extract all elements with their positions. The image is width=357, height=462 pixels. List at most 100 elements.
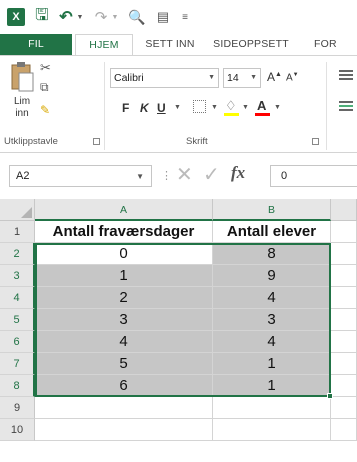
- increase-font-icon[interactable]: A▲: [267, 70, 282, 84]
- formula-bar: A2 ▼ ⋮ ✕ ✓ fx 0: [0, 153, 357, 199]
- chevron-down-icon: ▼: [208, 74, 215, 81]
- formula-bar-grip-icon: ⋮: [161, 170, 172, 182]
- formula-input[interactable]: 0: [270, 165, 357, 187]
- form-icon[interactable]: ▤: [155, 7, 171, 27]
- row-header[interactable]: 5: [0, 309, 35, 331]
- cell-c4[interactable]: [331, 287, 357, 309]
- cell-c10[interactable]: [331, 419, 357, 441]
- cell-c2[interactable]: [331, 243, 357, 265]
- row-header[interactable]: 8: [0, 375, 35, 397]
- ribbon: Lim inn ✂ ⧉ ✎ Utklippstavle Calibri ▼ 14…: [0, 55, 357, 153]
- fill-color-icon[interactable]: ♢: [225, 98, 237, 114]
- select-all-icon: [21, 207, 32, 218]
- row-header[interactable]: 3: [0, 265, 35, 287]
- cell-a8[interactable]: 6: [35, 375, 213, 397]
- cell-b8[interactable]: 1: [213, 375, 331, 397]
- fill-handle[interactable]: [327, 393, 333, 399]
- row-header[interactable]: 10: [0, 419, 35, 441]
- cell-b1[interactable]: Antall elever: [213, 221, 331, 243]
- cell-b4[interactable]: 4: [213, 287, 331, 309]
- tab-insert[interactable]: SETT INN: [138, 34, 202, 55]
- clipboard-group-label: Utklippstavle: [4, 136, 58, 147]
- cell-a2[interactable]: 0: [35, 243, 213, 265]
- italic-button[interactable]: K: [140, 101, 149, 115]
- underline-button[interactable]: U: [157, 101, 166, 115]
- cell-b3[interactable]: 9: [213, 265, 331, 287]
- redo-dropdown-icon[interactable]: ▼: [111, 7, 119, 27]
- print-preview-icon[interactable]: 🔍: [128, 7, 146, 27]
- paste-icon[interactable]: [10, 61, 34, 93]
- undo-icon[interactable]: ↶: [58, 7, 74, 27]
- insert-function-icon[interactable]: fx: [231, 163, 245, 183]
- cell-a4[interactable]: 2: [35, 287, 213, 309]
- cell-a1[interactable]: Antall fraværsdager: [35, 221, 213, 243]
- row-header[interactable]: 7: [0, 353, 35, 375]
- font-color-dropdown-icon[interactable]: ▼: [274, 104, 281, 111]
- font-name-dropdown[interactable]: Calibri ▼: [110, 68, 219, 88]
- quick-access-toolbar: X 🖫 ↶ ▼ ↷ ▼ 🔍 ▤ ≡: [0, 0, 357, 34]
- cancel-icon[interactable]: ✕: [176, 162, 193, 187]
- name-box-value: A2: [16, 170, 30, 182]
- fill-color-swatch: [224, 113, 239, 116]
- column-header-a[interactable]: A: [35, 199, 213, 221]
- cell-a5[interactable]: 3: [35, 309, 213, 331]
- cell-c8[interactable]: [331, 375, 357, 397]
- name-box[interactable]: A2 ▼: [9, 165, 152, 187]
- save-icon[interactable]: 🖫: [33, 7, 51, 27]
- cell-a9[interactable]: [35, 397, 213, 419]
- cell-a3[interactable]: 1: [35, 265, 213, 287]
- copy-icon[interactable]: ⧉: [40, 80, 49, 95]
- cell-a6[interactable]: 4: [35, 331, 213, 353]
- worksheet-grid[interactable]: A B 1 2 3 4 5 6 7 8 9 10 Antall fraværsd…: [0, 199, 357, 462]
- cell-b9[interactable]: [213, 397, 331, 419]
- cell-b7[interactable]: 1: [213, 353, 331, 375]
- column-header-b[interactable]: B: [213, 199, 331, 221]
- format-painter-icon[interactable]: ✎: [40, 103, 50, 117]
- align-left-icon[interactable]: [339, 101, 353, 113]
- row-header[interactable]: 6: [0, 331, 35, 353]
- chevron-down-icon: ▼: [250, 74, 257, 81]
- borders-dropdown-icon[interactable]: ▼: [211, 104, 218, 111]
- row-header[interactable]: 2: [0, 243, 35, 265]
- align-top-icon[interactable]: [339, 70, 353, 82]
- font-launcher-icon[interactable]: [312, 138, 319, 145]
- cell-b6[interactable]: 4: [213, 331, 331, 353]
- cell-a10[interactable]: [35, 419, 213, 441]
- bold-button[interactable]: F: [122, 101, 129, 115]
- cell-b5[interactable]: 3: [213, 309, 331, 331]
- cell-c3[interactable]: [331, 265, 357, 287]
- font-color-icon[interactable]: A: [257, 98, 266, 113]
- cell-c7[interactable]: [331, 353, 357, 375]
- tab-file[interactable]: FIL: [0, 34, 72, 55]
- cell-c6[interactable]: [331, 331, 357, 353]
- cell-b2[interactable]: 8: [213, 243, 331, 265]
- row-header[interactable]: 1: [0, 221, 35, 243]
- cell-c9[interactable]: [331, 397, 357, 419]
- cell-a7[interactable]: 5: [35, 353, 213, 375]
- fill-color-dropdown-icon[interactable]: ▼: [242, 104, 249, 111]
- customize-qat-icon[interactable]: ≡: [180, 7, 190, 27]
- enter-icon[interactable]: ✓: [203, 162, 220, 187]
- row-header[interactable]: 4: [0, 287, 35, 309]
- redo-icon[interactable]: ↷: [93, 7, 109, 27]
- excel-logo-icon: X: [7, 8, 25, 26]
- paste-button[interactable]: Lim inn: [6, 96, 38, 120]
- cut-icon[interactable]: ✂: [40, 60, 51, 76]
- font-size-dropdown[interactable]: 14 ▼: [223, 68, 261, 88]
- cell-b10[interactable]: [213, 419, 331, 441]
- select-all-button[interactable]: [0, 199, 35, 221]
- row-header[interactable]: 9: [0, 397, 35, 419]
- clipboard-launcher-icon[interactable]: [93, 138, 100, 145]
- font-group-label: Skrift: [186, 136, 208, 147]
- cell-c1[interactable]: [331, 221, 357, 243]
- tab-formulas[interactable]: FOR: [306, 34, 357, 55]
- column-header-c[interactable]: [331, 199, 357, 221]
- underline-dropdown-icon[interactable]: ▼: [174, 104, 181, 111]
- cell-c5[interactable]: [331, 309, 357, 331]
- tab-page-layout[interactable]: SIDEOPPSETT: [206, 34, 296, 55]
- borders-icon[interactable]: [193, 100, 206, 113]
- decrease-font-icon[interactable]: A▼: [286, 72, 299, 83]
- tab-home[interactable]: HJEM: [75, 34, 133, 56]
- undo-dropdown-icon[interactable]: ▼: [76, 7, 84, 27]
- chevron-down-icon: ▼: [136, 172, 144, 181]
